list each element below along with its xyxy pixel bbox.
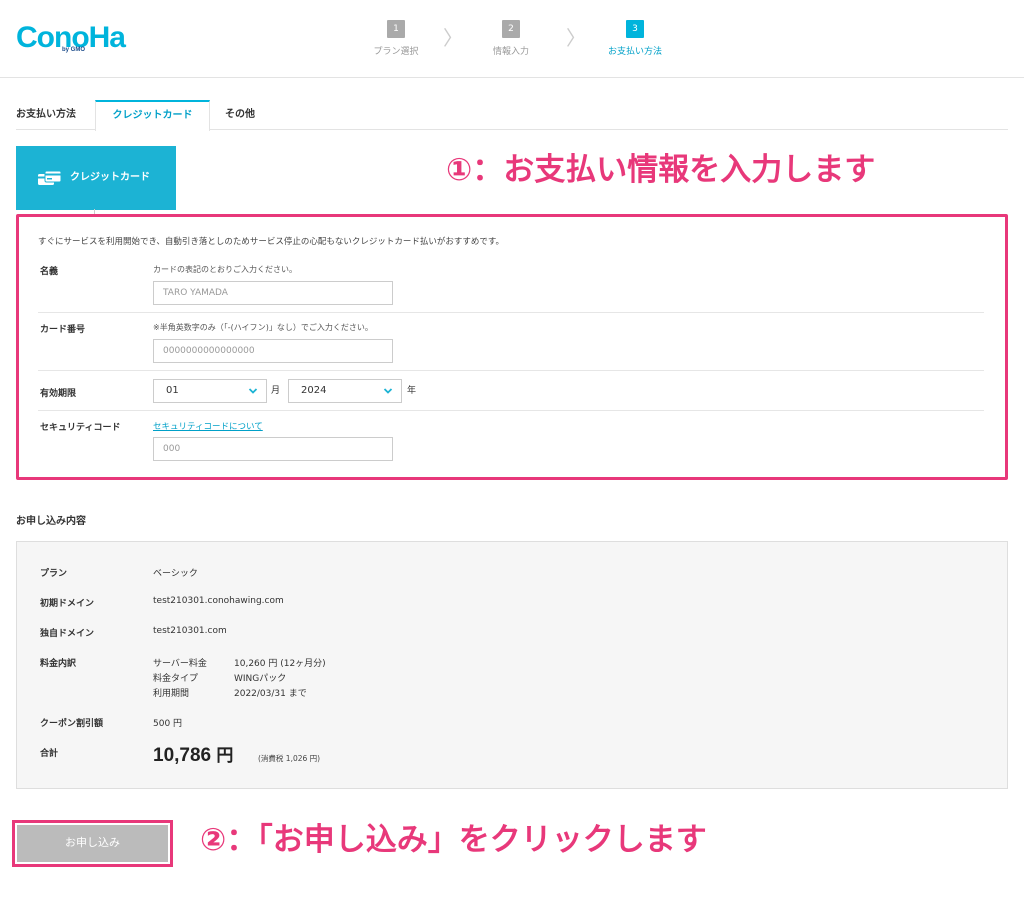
tab-other[interactable]: その他 [225,100,285,130]
total-label: 合計 [40,749,59,759]
security-code-help-link[interactable]: セキュリティコードについて [153,420,263,432]
coupon-label: クーポン割引額 [40,719,104,729]
total-tax-note: (消費税 1,026 円) [258,754,321,763]
divider [38,370,984,371]
name-label: 名義 [40,267,59,277]
submit-highlight: お申し込み [12,820,173,867]
expiry-month-value: 01 [166,385,179,396]
total-amount-number: 10,786 [153,745,212,766]
step-label: プラン選択 [373,47,419,57]
year-unit: 年 [407,386,417,396]
plan-label: プラン [40,569,68,579]
step-number: 3 [626,20,644,38]
logo-sub-text: by GMO [62,47,86,53]
divider [38,312,984,313]
divider [38,410,984,411]
annotation-step1: ①：お支払い情報を入力します [446,152,876,188]
total-currency: 円 [216,746,234,765]
summary-title: お申し込み内容 [16,516,86,527]
coupon-value: 500 円 [153,719,183,729]
security-code-input[interactable]: 000 [153,437,393,461]
annotation-step2: ②：「お申し込み」をクリックします [200,822,707,858]
name-hint: カードの表記のとおりご入力ください。 [153,265,297,274]
step-info-input: 2 情報入力 [461,20,561,57]
payment-tabs: お支払い方法 クレジットカード その他 [16,100,1008,131]
chevron-down-icon [383,380,393,402]
step-label: お支払い方法 [607,47,662,57]
credit-card-icon [38,170,62,187]
expiry-year-value: 2024 [301,385,327,396]
expiry-month-select[interactable]: 01 [153,379,267,403]
fee-row-value: 10,260 円 (12ヶ月分) [234,659,326,669]
conoha-logo[interactable]: ConoHa by GMO [16,20,126,56]
expiry-year-select[interactable]: 2024 [288,379,402,403]
tab-credit-card[interactable]: クレジットカード [95,100,210,131]
own-domain-label: 独自ドメイン [40,629,95,639]
cardholder-name-input[interactable]: TARO YAMADA [153,281,393,305]
chevron-right-icon: 〉 [443,26,463,50]
fee-row-name: 料金タイプ [153,674,199,684]
fee-row-name: サーバー料金 [153,659,207,669]
own-domain-value: test210301.com [153,626,227,636]
fee-row-value: 2022/03/31 まで [234,689,307,699]
security-code-label: セキュリティコード [40,423,121,433]
step-payment-method: 3 お支払い方法 [585,20,685,57]
fee-row-name: 利用期間 [153,689,190,699]
chevron-down-icon [248,380,258,402]
payment-method-heading: お支払い方法 [16,109,76,120]
plan-value: ベーシック [153,569,198,579]
step-number: 2 [502,20,520,38]
card-number-label: カード番号 [40,325,86,335]
initial-domain-label: 初期ドメイン [40,599,95,609]
credit-card-option-label: クレジットカード [70,172,150,183]
payment-intro-text: すぐにサービスを利用開始でき、自動引き落としのためサービス停止の心配もないクレジ… [38,237,505,247]
step-plan-selection: 1 プラン選択 [346,20,446,57]
step-label: 情報入力 [492,47,529,57]
submit-application-button[interactable]: お申し込み [17,825,168,862]
month-unit: 月 [271,386,281,396]
card-number-hint: ※半角英数字のみ（「-(ハイフン)」なし）でご入力ください。 [153,323,373,332]
total-amount: 10,786 円 [153,741,233,767]
expiry-label: 有効期限 [40,389,77,399]
step-number: 1 [387,20,405,38]
credit-card-option[interactable]: クレジットカード [16,146,176,210]
fee-row-value: WINGパック [234,674,287,684]
fee-breakdown-label: 料金内訳 [40,659,77,669]
card-number-input[interactable]: 0000000000000000 [153,339,393,363]
chevron-right-icon: 〉 [566,26,586,50]
initial-domain-value: test210301.conohawing.com [153,596,284,606]
